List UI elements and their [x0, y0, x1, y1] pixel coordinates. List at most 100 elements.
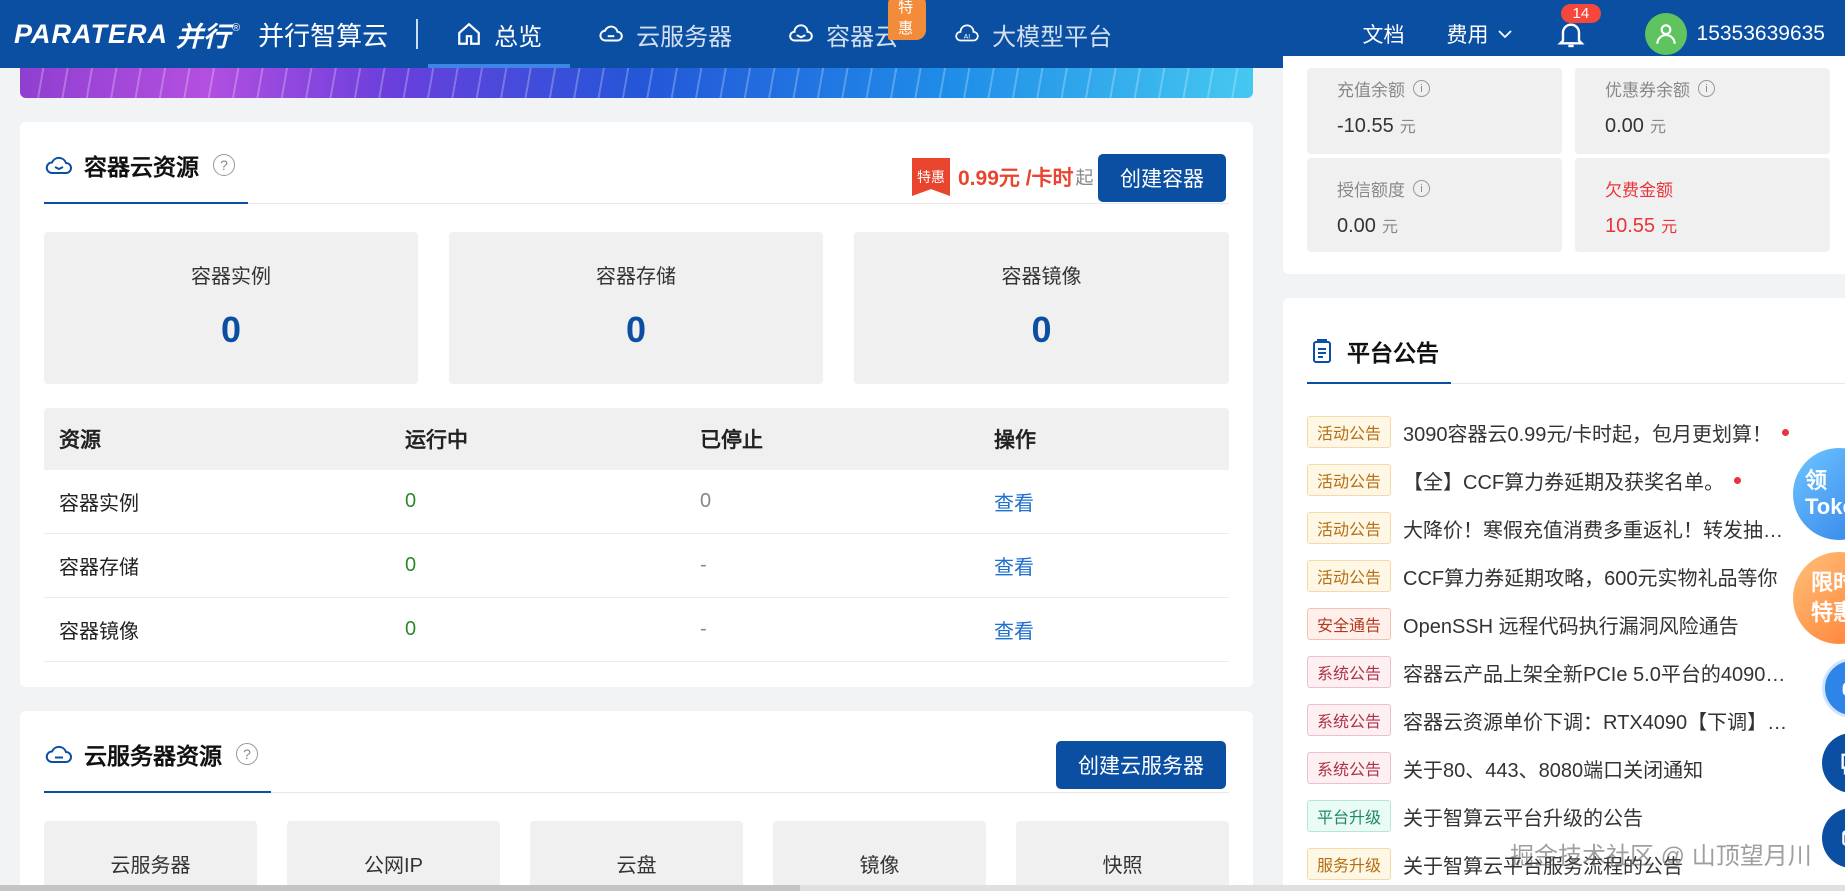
svg-text:AI: AI: [964, 32, 970, 40]
notice-text: 关于智算云平台升级的公告: [1403, 807, 1644, 830]
cell-running: 0: [405, 618, 417, 640]
card-title-text: 云服务器资源: [84, 743, 222, 769]
notice-tag: 系统公告: [1307, 752, 1392, 784]
balance-value-row: 10.55 元: [1605, 213, 1830, 238]
balance-arrears: 欠费金额 10.55 元: [1575, 158, 1830, 252]
stat-container-storage[interactable]: 容器存储 0: [449, 232, 823, 384]
card-title: 云服务器资源 ?: [44, 737, 258, 771]
user-name[interactable]: 15353639635: [1697, 22, 1825, 46]
unread-dot: [1734, 476, 1742, 484]
notice-tag: 活动公告: [1307, 416, 1392, 448]
title-underline: [1307, 382, 1451, 384]
registered-mark: ®: [232, 22, 241, 34]
promo-price[interactable]: 特惠 0.99元 /卡时 起: [912, 158, 1094, 196]
billing-label: 费用: [1446, 24, 1489, 47]
stat-container-images[interactable]: 容器镜像 0: [854, 232, 1229, 384]
notice-tag: 安全通告: [1307, 608, 1392, 640]
stat-label: 容器实例: [191, 266, 271, 288]
user-icon: [1655, 24, 1676, 44]
balance-value: 0.00: [1337, 215, 1376, 237]
balance-card: 充值余额 i -10.55 元 优惠券余额 i 0.00 元 授信额度 i 0.00…: [1283, 56, 1845, 274]
bubble-line: 特惠: [1811, 600, 1845, 625]
promo-price-text: 0.99元 /卡时: [958, 167, 1074, 190]
view-link[interactable]: 查看: [994, 487, 1229, 516]
promo-suffix: 起: [1075, 168, 1094, 188]
balance-label-text: 充值余额: [1337, 81, 1405, 100]
ai-icon: AI: [955, 24, 979, 42]
list-item[interactable]: 平台升级 关于智算云平台升级的公告: [1307, 792, 1817, 840]
horizontal-scrollbar[interactable]: [0, 885, 1845, 891]
view-link[interactable]: 查看: [994, 551, 1229, 580]
cell-stopped: -: [700, 554, 707, 576]
nav-item-overview[interactable]: 总览: [428, 0, 571, 68]
promo-tag: 特惠: [912, 158, 950, 196]
col-resource: 资源: [59, 429, 101, 452]
unread-dot: [1782, 428, 1789, 436]
nav-item-llm-platform[interactable]: AI 大模型平台: [926, 0, 1140, 68]
balance-label: 欠费金额: [1605, 176, 1830, 201]
info-icon[interactable]: i: [1698, 80, 1715, 97]
notice-text: OpenSSH 远程代码执行漏洞风险通告: [1403, 615, 1739, 638]
balance-value-row: 0.00 元: [1337, 213, 1562, 238]
nav-label: 总览: [494, 23, 543, 51]
list-item[interactable]: 活动公告 3090容器云0.99元/卡时起，包月更划算！: [1307, 408, 1817, 456]
stat-label: 容器存储: [596, 266, 676, 288]
title-underline: [44, 202, 248, 204]
balance-recharge: 充值余额 i -10.55 元: [1307, 68, 1562, 154]
avatar[interactable]: [1644, 13, 1687, 55]
chevron-down-icon: [1497, 30, 1512, 39]
balance-value: -10.55: [1337, 115, 1394, 137]
stat-value: 0: [625, 309, 647, 350]
balance-label-text: 欠费金额: [1605, 181, 1673, 200]
cell-stopped: 0: [700, 490, 712, 512]
notice-text: 【全】CCF算力券延期及获奖名单。: [1403, 471, 1725, 494]
cell-name: 容器存储: [59, 557, 139, 579]
notification-bell[interactable]: 14: [1555, 4, 1602, 50]
list-item[interactable]: 系统公告 容器云产品上架全新PCIe 5.0平台的4090…: [1307, 648, 1817, 696]
main-nav: 总览 云服务器 容器云 特惠 AI 大模型平台: [428, 0, 1140, 68]
scrollbar-thumb[interactable]: [0, 885, 800, 891]
stat-cloud-servers[interactable]: 云服务器: [44, 821, 257, 891]
view-link[interactable]: 查看: [994, 615, 1229, 644]
help-icon[interactable]: ?: [213, 154, 235, 176]
clipboard-icon: [1313, 339, 1331, 363]
promo-banner[interactable]: [20, 68, 1253, 98]
list-item[interactable]: 活动公告 大降价！寒假充值消费多重返礼！转发抽…: [1307, 504, 1817, 552]
list-item[interactable]: 系统公告 关于80、443、8080端口关闭通知: [1307, 744, 1817, 792]
stat-snapshots[interactable]: 快照: [1016, 821, 1229, 891]
create-cloud-server-button[interactable]: 创建云服务器: [1056, 741, 1226, 789]
list-item[interactable]: 活动公告 【全】CCF算力券延期及获奖名单。: [1307, 456, 1817, 504]
cell-running: 0: [405, 490, 417, 512]
notice-text: 容器云资源单价下调：RTX4090【下调】…: [1403, 711, 1788, 734]
nav-item-container-cloud[interactable]: 容器云 特惠: [760, 0, 927, 68]
info-icon[interactable]: i: [1413, 80, 1430, 97]
resource-table: 资源 运行中 已停止 操作 容器实例 0 0 查看 容器存储 0 - 查看 容器…: [44, 408, 1229, 662]
create-container-button[interactable]: 创建容器: [1098, 154, 1226, 202]
billing-menu[interactable]: 费用: [1447, 19, 1513, 49]
list-item[interactable]: 系统公告 容器云资源单价下调：RTX4090【下调】…: [1307, 696, 1817, 744]
notice-tag: 系统公告: [1307, 656, 1392, 688]
card-title: 平台公告: [1307, 334, 1439, 368]
notice-text: 容器云产品上架全新PCIe 5.0平台的4090…: [1403, 663, 1786, 686]
stat-images[interactable]: 镜像: [773, 821, 986, 891]
notice-tag: 活动公告: [1307, 464, 1392, 496]
list-item[interactable]: 活动公告 CCF算力券延期攻略，600元实物礼品等你: [1307, 552, 1817, 600]
docs-link[interactable]: 文档: [1363, 19, 1405, 49]
balance-value-row: -10.55 元: [1337, 113, 1562, 138]
bubble-line: 领: [1805, 468, 1828, 493]
stat-public-ip[interactable]: 公网IP: [287, 821, 500, 891]
stat-container-instances[interactable]: 容器实例 0: [44, 232, 418, 384]
table-row: 容器存储 0 - 查看: [44, 534, 1229, 598]
balance-unit: 元: [1399, 119, 1416, 136]
product-name: 并行智算云: [258, 20, 389, 51]
list-item[interactable]: 安全通告 OpenSSH 远程代码执行漏洞风险通告: [1307, 600, 1817, 648]
card-title: 容器云资源 ?: [44, 148, 235, 182]
card-title-text: 容器云资源: [84, 154, 199, 180]
nav-item-cloud-server[interactable]: 云服务器: [570, 0, 760, 68]
balance-value: 0.00: [1605, 115, 1644, 137]
info-icon[interactable]: i: [1413, 180, 1430, 197]
stat-value: 0: [1031, 309, 1052, 350]
stat-cloud-disk[interactable]: 云盘: [530, 821, 743, 891]
logo[interactable]: PARATERA 并行 ® 并行智算云: [0, 0, 388, 68]
help-icon[interactable]: ?: [236, 743, 258, 765]
